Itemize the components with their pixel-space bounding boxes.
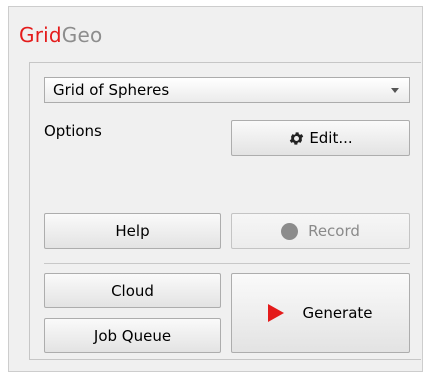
job-queue-button[interactable]: Job Queue bbox=[44, 318, 221, 353]
generate-button[interactable]: Generate bbox=[231, 273, 410, 353]
help-button-label: Help bbox=[115, 222, 150, 240]
divider bbox=[44, 263, 410, 264]
help-button[interactable]: Help bbox=[44, 213, 221, 249]
record-button[interactable]: Record bbox=[231, 213, 410, 249]
generator-select[interactable]: Grid of Spheres bbox=[44, 77, 410, 103]
edit-button[interactable]: Edit... bbox=[231, 120, 410, 156]
title-geo: Geo bbox=[61, 23, 103, 47]
generator-select-value: Grid of Spheres bbox=[53, 81, 170, 99]
record-dot-icon bbox=[281, 222, 299, 240]
options-label: Options bbox=[44, 122, 102, 140]
job-queue-button-label: Job Queue bbox=[93, 326, 172, 345]
edit-button-label: Edit... bbox=[309, 129, 353, 147]
title-grid: Grid bbox=[19, 23, 62, 47]
record-button-label: Record bbox=[308, 222, 360, 240]
panel-title: GridGeo bbox=[19, 23, 102, 47]
cloud-button-label: Cloud bbox=[111, 281, 154, 300]
play-icon bbox=[268, 304, 285, 322]
chevron-down-icon bbox=[391, 88, 399, 93]
cloud-button[interactable]: Cloud bbox=[44, 273, 221, 308]
generate-button-label: Generate bbox=[302, 304, 373, 322]
gear-icon bbox=[290, 131, 304, 145]
